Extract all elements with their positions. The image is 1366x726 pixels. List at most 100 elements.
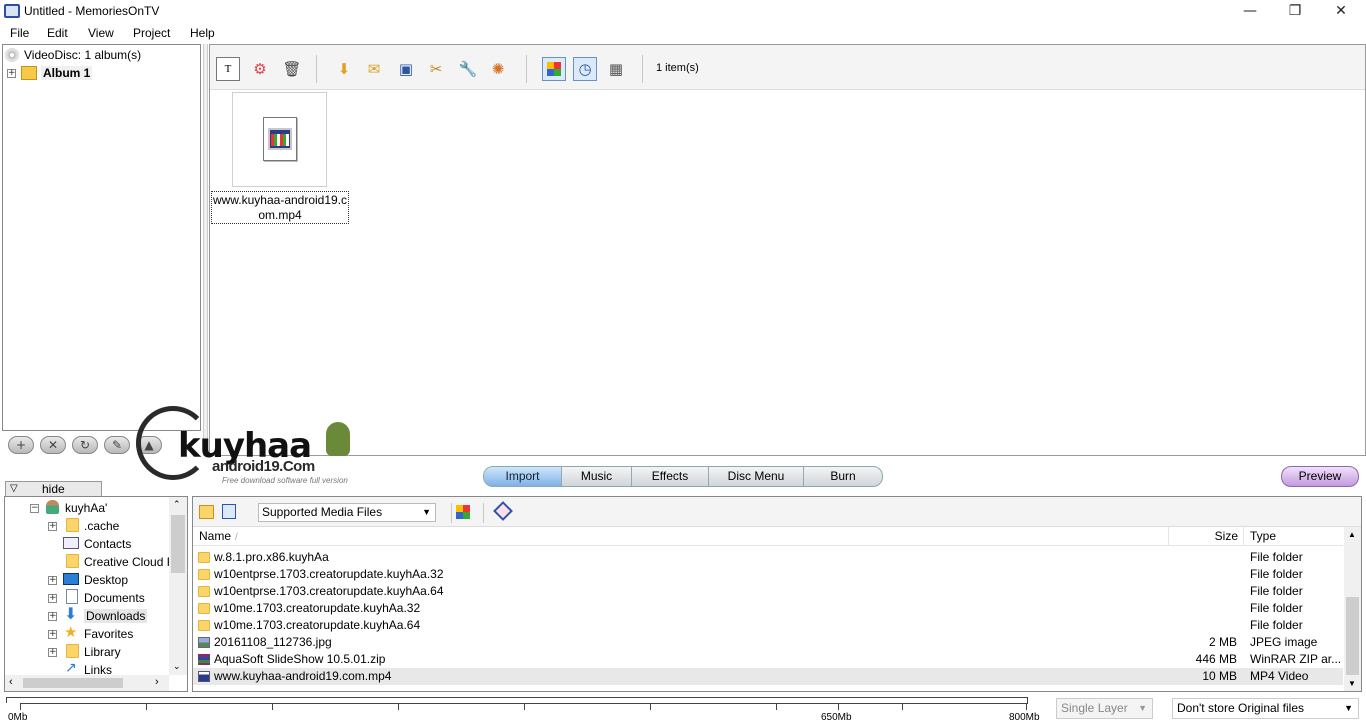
tree-item-contacts[interactable]: Contacts: [84, 537, 131, 551]
remove-icon[interactable]: ✕: [40, 436, 66, 454]
ruler-end-label: 800Mb: [1009, 712, 1040, 723]
expand-icon[interactable]: +: [7, 69, 16, 78]
file-row[interactable]: w.8.1.pro.x86.kuyhAa File folder: [193, 549, 1343, 566]
scroll-down-icon[interactable]: ⌄: [173, 661, 181, 672]
thumbnails-icon[interactable]: [456, 505, 470, 519]
disc-root-label[interactable]: VideoDisc: 1 album(s): [24, 48, 141, 62]
file-row[interactable]: w10me.1703.creatorupdate.kuyhAa.64 File …: [193, 617, 1343, 634]
parent-folder-icon[interactable]: [199, 505, 214, 519]
ruler-mid-label: 650Mb: [821, 712, 852, 723]
tree-horizontal-scrollbar[interactable]: ‹ ›: [5, 675, 169, 691]
media-filename-label[interactable]: www.kuyhaa-android19.c om.mp4: [211, 191, 349, 224]
album-label[interactable]: Album 1: [41, 66, 93, 80]
open-icon[interactable]: ✉: [362, 57, 386, 81]
media-thumbnail[interactable]: [232, 92, 327, 187]
wrench-icon[interactable]: 🔧: [456, 57, 480, 81]
tools-icon[interactable]: ✂: [424, 57, 448, 81]
rotate-icon[interactable]: ↻: [72, 436, 98, 454]
file-row[interactable]: AquaSoft SlideShow 10.5.01.zip 446 MB Wi…: [193, 651, 1343, 668]
media-filter-select[interactable]: Supported Media Files ▼: [258, 503, 436, 522]
sort-icon: /: [235, 532, 238, 543]
import-icon[interactable]: ⬇: [332, 57, 356, 81]
hide-toggle[interactable]: ▽ hide: [5, 481, 102, 496]
menu-help[interactable]: Help: [190, 26, 215, 40]
watermark-logo: kuyhaa android19.Com Free download softw…: [136, 404, 376, 494]
tree-item-downloads[interactable]: Downloads: [84, 609, 148, 623]
scroll-up-icon[interactable]: ⌃: [173, 499, 181, 510]
file-row[interactable]: w10entprse.1703.creatorupdate.kuyhAa.32 …: [193, 566, 1343, 583]
video-file-icon: [263, 117, 297, 161]
tree-vertical-scrollbar[interactable]: ⌃ ⌄: [169, 497, 187, 675]
tree-item-cache[interactable]: .cache: [84, 519, 119, 533]
tab-disc-menu[interactable]: Disc Menu: [709, 467, 804, 486]
column-header-size[interactable]: Size: [1168, 527, 1243, 546]
downloads-icon: ⬇: [64, 604, 78, 623]
timeline-view-icon[interactable]: ◷: [573, 57, 597, 81]
refresh-icon[interactable]: [222, 504, 236, 519]
title-bar: Untitled - MemoriesOnTV — ❐ ✕: [0, 0, 1366, 23]
image-file-icon: [198, 637, 210, 648]
add-icon[interactable]: +: [8, 436, 34, 454]
tab-effects[interactable]: Effects: [632, 467, 709, 486]
list-view-icon[interactable]: ▦: [604, 57, 628, 81]
tree-item-documents[interactable]: Documents: [84, 591, 145, 605]
window-title: Untitled - MemoriesOnTV: [24, 4, 160, 18]
folder-icon: [198, 603, 210, 614]
tree-item-library[interactable]: Library: [84, 645, 121, 659]
app-icon: [4, 4, 20, 18]
chevron-down-icon: ▼: [422, 507, 431, 517]
edit-pen-icon[interactable]: ✎: [104, 436, 130, 454]
vertical-splitter[interactable]: [203, 44, 208, 456]
tab-music[interactable]: Music: [562, 467, 632, 486]
trash-icon[interactable]: 🗑: [280, 57, 304, 81]
tree-item-creative-cloud[interactable]: Creative Cloud F: [84, 555, 174, 569]
collapse-icon[interactable]: −: [30, 504, 39, 513]
film-icon[interactable]: ✺: [486, 57, 510, 81]
folder-tree-pane: − kuyhAa' + .cache Contacts Creative Clo…: [4, 496, 188, 692]
scroll-right-icon[interactable]: ›: [155, 676, 159, 688]
add-effect-icon[interactable]: ⚙: [248, 57, 272, 81]
file-row[interactable]: 20161108_112736.jpg 2 MB JPEG image: [193, 634, 1343, 651]
minimize-button[interactable]: —: [1227, 0, 1273, 23]
file-list-vertical-scrollbar[interactable]: ▲ ▼: [1344, 527, 1361, 691]
file-row[interactable]: w10me.1703.creatorupdate.kuyhAa.32 File …: [193, 600, 1343, 617]
thumbnail-view-icon[interactable]: [542, 57, 566, 81]
documents-icon: [66, 589, 78, 604]
column-header-name[interactable]: Name /: [193, 527, 1168, 546]
menu-file[interactable]: File: [10, 26, 29, 40]
contacts-icon: [63, 537, 79, 549]
preview-button[interactable]: Preview: [1281, 466, 1359, 487]
menu-edit[interactable]: Edit: [47, 26, 68, 40]
scroll-up-icon[interactable]: ▲: [1348, 530, 1356, 539]
store-originals-select[interactable]: Don't store Original files ▼: [1172, 698, 1359, 719]
watermark-site: android19.Com: [212, 458, 315, 475]
file-row[interactable]: w10entprse.1703.creatorupdate.kuyhAa.64 …: [193, 583, 1343, 600]
column-header-type[interactable]: Type: [1243, 527, 1343, 546]
layer-select[interactable]: Single Layer ▼: [1056, 698, 1153, 719]
add-text-icon[interactable]: T: [216, 57, 240, 81]
tab-burn[interactable]: Burn: [804, 467, 882, 486]
folder-icon: [198, 569, 210, 580]
close-button[interactable]: ✕: [1318, 0, 1364, 23]
chevron-down-icon: ▼: [1344, 703, 1353, 713]
album-content-pane: T ⚙ 🗑 ⬇ ✉ ▣ ✂ 🔧 ✺ ◷ ▦ 1 item(s) www.kuyh…: [209, 44, 1366, 456]
scroll-down-icon[interactable]: ▼: [1348, 679, 1356, 688]
desktop-icon: [63, 573, 79, 585]
tree-item-desktop[interactable]: Desktop: [84, 573, 128, 587]
save-icon[interactable]: ▣: [394, 57, 418, 81]
folder-icon: [198, 586, 210, 597]
menu-project[interactable]: Project: [133, 26, 170, 40]
scroll-left-icon[interactable]: ‹: [9, 676, 13, 688]
user-icon: [46, 500, 59, 514]
tree-item-favorites[interactable]: Favorites: [84, 627, 133, 641]
ruler-start-label: 0Mb: [8, 712, 28, 723]
tab-import[interactable]: Import: [484, 467, 562, 486]
file-row[interactable]: www.kuyhaa-android19.com.mp4 10 MB MP4 V…: [193, 668, 1343, 685]
hide-label: hide: [42, 482, 65, 496]
menu-view[interactable]: View: [88, 26, 114, 40]
favorite-tag-icon[interactable]: [493, 501, 513, 521]
album-icon: [21, 66, 37, 80]
chevron-down-icon: ▼: [1138, 703, 1147, 713]
restore-button[interactable]: ❐: [1272, 0, 1318, 23]
tree-root-label[interactable]: kuyhAa': [65, 501, 107, 515]
